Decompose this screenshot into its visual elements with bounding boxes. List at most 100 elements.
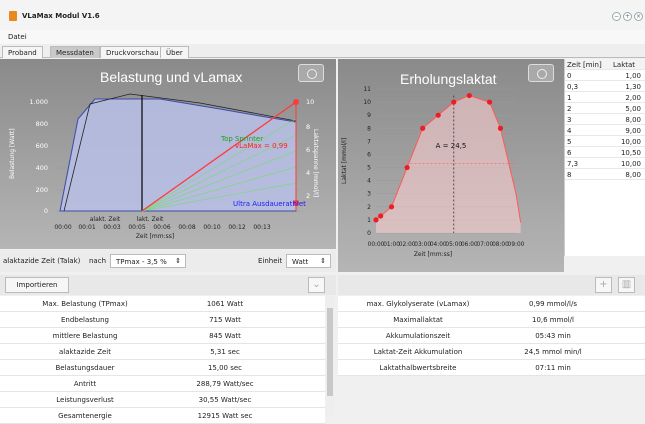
grid-header-time: Zeit [min]	[567, 61, 602, 69]
result-label: Max. Belastung (TPmax)	[42, 300, 128, 308]
unit-select[interactable]: Watt ⇕	[286, 254, 331, 268]
grid-row[interactable]: 3 8,00	[565, 114, 645, 125]
data-point	[435, 112, 441, 118]
menu-datei[interactable]: Datei	[8, 33, 27, 41]
grid-cell-time[interactable]: 3	[567, 116, 571, 124]
grid-cell-time[interactable]: 0,3	[567, 83, 578, 91]
x-tick: 04:00	[430, 242, 447, 248]
talak-select[interactable]: TPmax - 3,5 % ⇕	[110, 254, 186, 268]
data-point	[388, 204, 395, 210]
y2-tick: 8	[306, 123, 310, 131]
tab-ueber[interactable]: Über	[160, 46, 189, 58]
y-tick: 0	[367, 230, 371, 237]
x-tick: 00:00	[54, 224, 71, 231]
add-row-button[interactable]: +	[595, 277, 612, 293]
grid-action-bar: + ▥	[338, 275, 645, 295]
close-button[interactable]: ×	[634, 12, 643, 21]
load-chart: Belastung [Watt] Laktatspanne [mmol/l] 1…	[9, 93, 319, 240]
recovery-chart-panel: Erholungslaktat Laktat [mmol/l] 01234567…	[338, 59, 564, 272]
alact-time-label: alakt. Zeit	[90, 216, 121, 223]
y2-tick: 4	[306, 169, 310, 177]
grid-row[interactable]: 6 10,50	[565, 147, 645, 158]
x-tick: 03:00	[414, 242, 431, 248]
grid-cell-time[interactable]: 2	[567, 105, 571, 113]
result-label: mittlere Belastung	[52, 332, 118, 340]
tab-proband[interactable]: Proband	[2, 46, 43, 58]
grid-cell-time[interactable]: 5	[567, 138, 571, 146]
load-chart-panel: Belastung und vLamax Belastung [Watt] La…	[0, 59, 336, 249]
result-row: Antritt 288,79 Watt/sec	[0, 376, 325, 392]
grid-cell-lactate[interactable]: 5,00	[625, 105, 641, 113]
import-button[interactable]: Importieren	[5, 277, 69, 293]
result-row: Belastungsdauer 15,00 sec	[0, 360, 325, 376]
y2-tick: 10	[306, 98, 314, 106]
recovery-chart: Laktat [mmol/l] 0 1 2 3 4 5 6 7 8 9 10 11 00:0001:0…	[341, 86, 525, 258]
grid-cell-lactate[interactable]: 1,30	[625, 83, 641, 91]
scrollbar-thumb[interactable]	[327, 308, 333, 396]
grid-row[interactable]: 5 10,00	[565, 136, 645, 147]
result-row: Akkumulationszeit 05:43 min	[338, 328, 645, 344]
grid-cell-lactate[interactable]: 8,00	[625, 116, 641, 124]
trash-icon[interactable]: ▥	[618, 277, 635, 293]
grid-cell-lactate[interactable]: 10,50	[621, 149, 641, 157]
updown-icon: ⇕	[320, 257, 326, 265]
grid-row[interactable]: 0 1,00	[565, 70, 645, 81]
lactate-area	[376, 95, 521, 233]
grid-cell-lactate[interactable]: 8,00	[625, 171, 641, 179]
y1-tick: 400	[36, 164, 48, 172]
app-icon	[9, 11, 17, 21]
grid-cell-lactate[interactable]: 10,00	[621, 138, 641, 146]
y-tick: 8	[367, 125, 371, 132]
grid-row[interactable]: 2 5,00	[565, 103, 645, 114]
grid-cell-time[interactable]: 0	[567, 72, 571, 80]
result-label: Gesamtenergie	[58, 412, 112, 420]
results-scrollbar[interactable]	[326, 296, 334, 415]
grid-cell-time[interactable]: 1	[567, 94, 571, 102]
result-label: Laktathalbwertsbreite	[379, 364, 457, 372]
result-row: Laktat-Zeit Akkumulation 24,5 mmol min/l	[338, 344, 645, 360]
result-label: Leistungsverlust	[56, 396, 114, 404]
grid-row[interactable]: 7,3 10,00	[565, 158, 645, 169]
x-tick: 00:13	[253, 224, 270, 231]
minimize-button[interactable]: −	[612, 12, 621, 21]
y1-axis-label: Belastung [Watt]	[9, 128, 16, 179]
grid-row[interactable]: 4 9,00	[565, 125, 645, 136]
result-value: 5,31 sec	[210, 348, 240, 356]
grid-cell-time[interactable]: 7,3	[567, 160, 578, 168]
grid-cell-lactate[interactable]: 9,00	[625, 127, 641, 135]
recovery-x-label: Zeit [mm:ss]	[414, 251, 452, 258]
result-value: 0,99 mmol/l/s	[529, 300, 577, 308]
y2-tick: 6	[306, 146, 310, 154]
result-label: Endbelastung	[61, 316, 109, 324]
grid-row[interactable]: 1 2,00	[565, 92, 645, 103]
grid-row[interactable]: 8 8,00	[565, 169, 645, 180]
grid-cell-lactate[interactable]: 2,00	[625, 94, 641, 102]
chevron-down-icon[interactable]: ⌄	[308, 277, 325, 293]
ultra-label: Ultra Ausdauerathlet	[233, 200, 306, 208]
tab-druckvorschau[interactable]: Druckvorschau	[100, 46, 165, 58]
result-label: Maximallaktat	[393, 316, 443, 324]
result-label: alaktazide Zeit	[59, 348, 111, 356]
result-row: Laktathalbwertsbreite 07:11 min	[338, 360, 645, 376]
y1-tick: 800	[36, 120, 48, 128]
tab-messdaten[interactable]: Messdaten	[50, 46, 100, 58]
y1-tick: 1.000	[29, 98, 48, 106]
grid-cell-lactate[interactable]: 10,00	[621, 160, 641, 168]
result-row: Leistungsverlust 30,55 Watt/sec	[0, 392, 325, 408]
result-value: 10,6 mmol/l	[532, 316, 574, 324]
y-tick: 7	[367, 138, 371, 145]
result-value: 15,00 sec	[207, 364, 243, 372]
grid-cell-time[interactable]: 6	[567, 149, 571, 157]
grid-cell-time[interactable]: 4	[567, 127, 571, 135]
grid-row[interactable]: 0,3 1,30	[565, 81, 645, 92]
data-point	[404, 164, 410, 171]
maximize-button[interactable]: +	[623, 12, 632, 21]
y-tick: 11	[363, 86, 371, 93]
grid-cell-time[interactable]: 8	[567, 171, 571, 179]
result-value: 845 Watt	[209, 332, 241, 340]
result-label: Antritt	[73, 380, 97, 388]
vlamax-label: vLaMax = 0,99	[235, 142, 288, 150]
x-tick: 01:00	[383, 242, 400, 248]
grid-cell-lactate[interactable]: 1,00	[625, 72, 641, 80]
tab-bar: Proband Messdaten Druckvorschau Über	[0, 44, 645, 58]
